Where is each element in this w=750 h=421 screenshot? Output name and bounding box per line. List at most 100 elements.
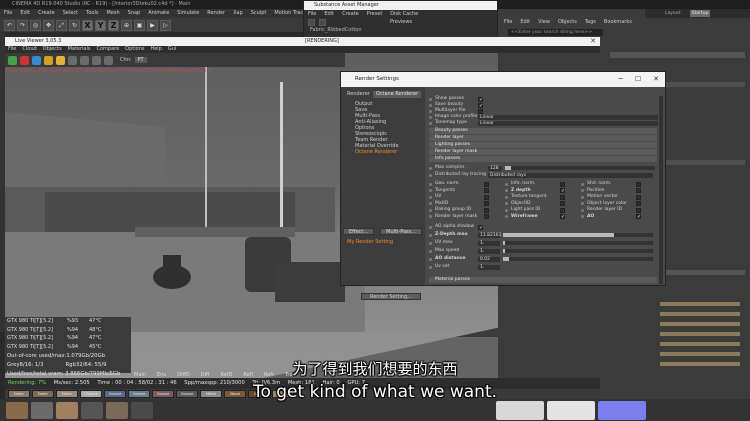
c4d-menu-item[interactable]: Animate [148, 10, 169, 16]
focus-picker-icon[interactable] [92, 55, 101, 65]
texture-preview-white[interactable] [496, 400, 544, 420]
max-speed-slider[interactable] [503, 249, 653, 253]
renderer-select[interactable]: Octane Renderer [372, 91, 422, 98]
material-swatch[interactable] [106, 401, 128, 419]
close-icon[interactable]: ✕ [590, 37, 596, 46]
minimize-icon[interactable]: ─ [619, 72, 623, 87]
info-pass-checkbox[interactable] [636, 181, 641, 187]
c4d-menu-item[interactable]: Edit [20, 10, 30, 16]
info-pass-checkbox[interactable] [484, 181, 489, 187]
info-pass-checkbox[interactable] [484, 201, 489, 206]
c4d-menu-item[interactable]: Snap [128, 10, 141, 16]
save-beauty-checkbox[interactable]: ✓ [478, 102, 483, 108]
normal-map-preview[interactable] [598, 400, 646, 420]
render-settings-scrollbar[interactable] [659, 96, 663, 284]
toolbar-tool-icon[interactable]: ⤢ [56, 19, 67, 31]
toolbar-tool-icon[interactable]: ↻ [69, 19, 80, 31]
material-swatch[interactable] [81, 401, 103, 419]
max-samples-input[interactable]: 128 [488, 165, 502, 171]
material-swatch[interactable] [131, 401, 153, 419]
ao-alpha-checkbox[interactable]: ✓ [478, 224, 483, 230]
object-search-input[interactable]: <<Enter your search string here>> [508, 29, 603, 36]
info-pass-checkbox[interactable]: ✓ [560, 214, 565, 220]
substance-menu-item[interactable]: Disk Cache [390, 10, 418, 18]
substance-asset-row[interactable]: Fabric_RibbedCotton [304, 26, 497, 34]
info-pass-checkbox[interactable]: ✓ [560, 188, 565, 194]
live-viewer-menu-item[interactable]: Compare [96, 46, 119, 53]
live-viewer-menu-item[interactable]: Gui [168, 46, 176, 53]
distributed-select[interactable]: Distributed rays [488, 172, 653, 178]
toolbar-tool-icon[interactable]: ⊕ [121, 19, 132, 31]
info-pass-checkbox[interactable] [484, 207, 489, 213]
info-pass-checkbox[interactable] [560, 194, 565, 200]
info-pass-checkbox[interactable] [560, 181, 565, 187]
info-pass-checkbox[interactable] [484, 214, 489, 219]
object-menu-item[interactable]: Bookmarks [604, 18, 632, 26]
section-render-layer[interactable]: Render layer [429, 135, 657, 141]
info-pass-checkbox[interactable] [636, 194, 641, 200]
c4d-menu-item[interactable]: Render [207, 10, 225, 16]
toolbar-tool-icon[interactable]: ▷ [160, 19, 171, 31]
c4d-menu-item[interactable]: Create [38, 10, 55, 16]
layout-startup-tab[interactable]: Startup [690, 10, 710, 17]
c4d-menu-item[interactable]: File [4, 10, 12, 16]
live-viewer-menu-item[interactable]: Cloud [22, 46, 36, 53]
send-scene-icon[interactable] [8, 55, 17, 65]
toolbar-tool-icon[interactable]: X [82, 19, 93, 31]
c4d-menu-item[interactable]: Sculpt [251, 10, 267, 16]
c4d-menu-item[interactable]: Xap [233, 10, 243, 16]
live-viewer-menu-item[interactable]: Options [125, 46, 144, 53]
substance-menu-item[interactable]: Edit [324, 10, 334, 18]
image-color-profile-select[interactable]: Linear [478, 114, 658, 120]
info-pass-checkbox[interactable] [560, 201, 565, 206]
material-swatch[interactable] [31, 401, 53, 419]
ao-distance-slider[interactable] [503, 257, 653, 261]
uv-max-slider[interactable] [503, 241, 653, 245]
info-pass-checkbox[interactable] [484, 194, 489, 200]
settings-tree-item[interactable]: Octane Renderer [349, 149, 399, 155]
substance-menu-item[interactable]: Preset [367, 10, 383, 18]
object-menu-item[interactable]: View [538, 18, 550, 26]
object-menu-item[interactable]: Tags [585, 18, 596, 26]
section-lighting-passes[interactable]: Lighting passes [429, 142, 657, 148]
pause-icon[interactable] [44, 55, 53, 65]
show-passes-checkbox[interactable]: ✓ [478, 96, 483, 102]
substance-tool-icon[interactable] [308, 18, 315, 26]
live-viewer-menu-item[interactable]: Help [150, 46, 161, 53]
substance-menu-item[interactable]: Create [342, 10, 359, 18]
object-menu-item[interactable]: Objects [558, 18, 577, 26]
max-samples-slider[interactable] [505, 166, 655, 170]
multilayer-file-checkbox[interactable] [478, 108, 483, 114]
close-icon[interactable]: ✕ [653, 72, 659, 87]
info-pass-checkbox[interactable] [484, 188, 489, 193]
material-swatch[interactable] [56, 401, 78, 419]
c4d-menu-item[interactable]: Simulate [177, 10, 199, 16]
toolbar-tool-icon[interactable]: ↶ [4, 19, 15, 31]
info-pass-checkbox[interactable] [636, 188, 641, 193]
toolbar-tool-icon[interactable]: ▣ [134, 19, 145, 31]
c4d-menu-item[interactable]: Select [63, 10, 78, 16]
render-setting-button[interactable]: Render Setting... [361, 293, 421, 300]
region-icon[interactable] [80, 55, 89, 65]
object-menu-item[interactable]: Edit [520, 18, 530, 26]
material-picker-icon[interactable] [104, 55, 113, 65]
live-viewer-menu-item[interactable]: Materials [68, 46, 91, 53]
c4d-menu-item[interactable]: Tools [86, 10, 98, 16]
uv-max-input[interactable]: 1. [478, 240, 500, 246]
restart-icon[interactable] [32, 55, 41, 65]
zdepth-max-slider[interactable] [503, 233, 653, 237]
info-pass-checkbox[interactable]: ✓ [636, 214, 641, 220]
multi-pass-button[interactable]: Multi-Pass... [380, 228, 423, 235]
material-swatch[interactable] [6, 401, 28, 419]
toolbar-tool-icon[interactable]: ↷ [17, 19, 28, 31]
tonemap-type-select[interactable]: Linear [478, 120, 658, 126]
toolbar-tool-icon[interactable]: ◎ [30, 19, 41, 31]
section-beauty-passes[interactable]: Beauty passes [429, 128, 657, 134]
info-pass-checkbox[interactable] [560, 207, 565, 213]
section-material-passes[interactable]: Material passes [429, 277, 657, 283]
maximize-icon[interactable]: ☐ [635, 72, 641, 87]
toolbar-tool-icon[interactable]: Z [108, 19, 119, 31]
effect-button[interactable]: Effect... [343, 228, 375, 235]
render-settings-dialog[interactable]: Render Settings ─ ☐ ✕ Renderer Octane Re… [340, 71, 666, 300]
texture-preview-grey[interactable] [547, 400, 595, 420]
